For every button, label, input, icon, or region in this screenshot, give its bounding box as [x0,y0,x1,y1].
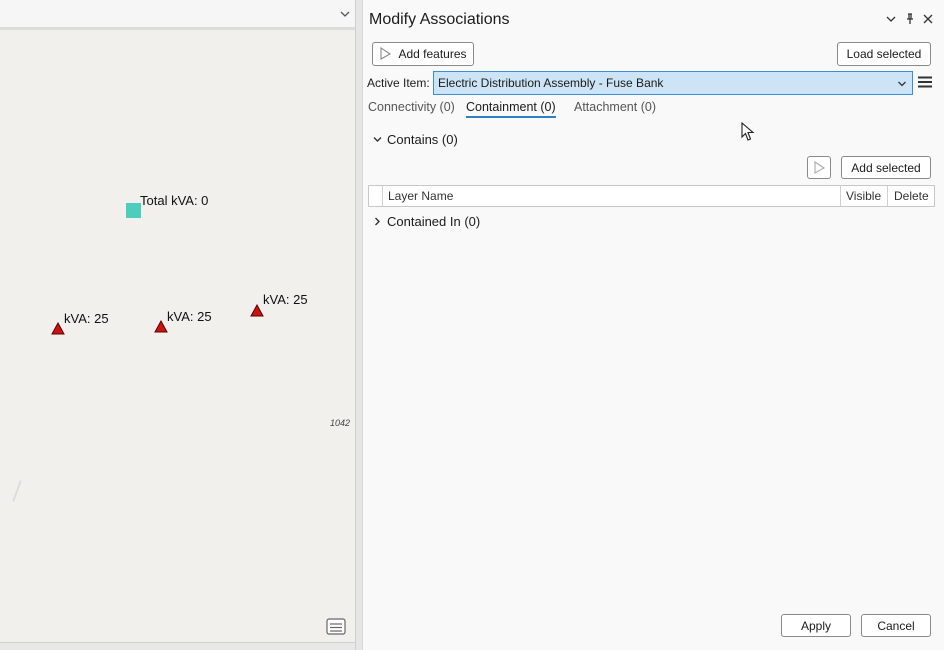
kva-label: kVA: 25 [263,292,308,307]
total-kva-label: Total kVA: 0 [140,193,209,208]
hamburger-menu-icon[interactable] [918,76,932,88]
contains-grid-header: Layer Name Visible Delete [368,185,935,207]
map-view[interactable]: Total kVA: 0 kVA: 25 kVA: 25 kVA: 25 104… [0,0,355,650]
active-item-value: Electric Distribution Assembly - Fuse Ba… [438,76,664,90]
transformer-triangle-symbol[interactable] [154,320,168,333]
select-features-button[interactable] [807,156,831,179]
add-selected-button[interactable]: Add selected [841,156,931,179]
close-button[interactable] [921,12,935,26]
tab-attachment[interactable]: Attachment (0) [574,100,656,114]
feature-id-label: 1042 [330,418,351,428]
pin-icon [907,13,913,24]
contained-in-section-toggle[interactable]: Contained In (0) [373,214,480,229]
modify-associations-pane: Modify Associations Add features Load se… [362,0,944,650]
kva-label: kVA: 25 [64,311,109,326]
tab-containment[interactable]: Containment (0) [466,100,556,118]
map-toolbar [0,0,355,30]
map-status-bar [0,642,355,650]
chevron-down-icon[interactable] [339,8,351,20]
active-item-label: Active Item: [367,76,430,90]
options-button[interactable] [884,12,898,26]
apply-button[interactable]: Apply [781,614,851,637]
contained-in-label: Contained In (0) [387,214,481,229]
pin-button[interactable] [903,12,917,26]
mouse-cursor-icon [741,122,755,141]
select-arrow-icon [380,47,392,60]
layer-name-header[interactable]: Layer Name [383,186,841,206]
pane-splitter[interactable] [355,0,362,650]
apply-label: Apply [800,618,832,633]
map-artifact [12,480,22,502]
kva-label: kVA: 25 [167,309,212,324]
select-arrow-icon [813,160,825,174]
cancel-button[interactable]: Cancel [861,614,931,637]
pane-title: Modify Associations [369,11,510,28]
chevron-down-icon [898,81,906,87]
contains-label: Contains (0) [387,132,458,147]
add-features-button[interactable]: Add features [372,42,474,66]
cancel-label: Cancel [877,618,915,633]
transformer-triangle-symbol[interactable] [51,322,65,335]
delete-header[interactable]: Delete [888,186,934,206]
layers-tool-icon[interactable] [325,616,347,636]
load-selected-label: Load selected [846,47,922,61]
add-selected-label: Add selected [851,160,921,175]
transformer-triangle-symbol[interactable] [250,304,264,317]
chevron-down-icon [886,16,896,22]
chevron-down-icon [373,137,382,142]
visible-header[interactable]: Visible [841,186,888,206]
tab-connectivity[interactable]: Connectivity (0) [368,100,455,114]
add-features-label: Add features [398,47,467,61]
active-item-dropdown[interactable]: Electric Distribution Assembly - Fuse Ba… [433,71,913,95]
load-selected-button[interactable]: Load selected [837,42,931,66]
transformer-bank-symbol[interactable] [126,203,141,218]
row-selector-header [369,186,383,206]
chevron-right-icon [375,217,380,226]
close-icon [923,14,933,24]
contains-section-toggle[interactable]: Contains (0) [373,132,458,147]
